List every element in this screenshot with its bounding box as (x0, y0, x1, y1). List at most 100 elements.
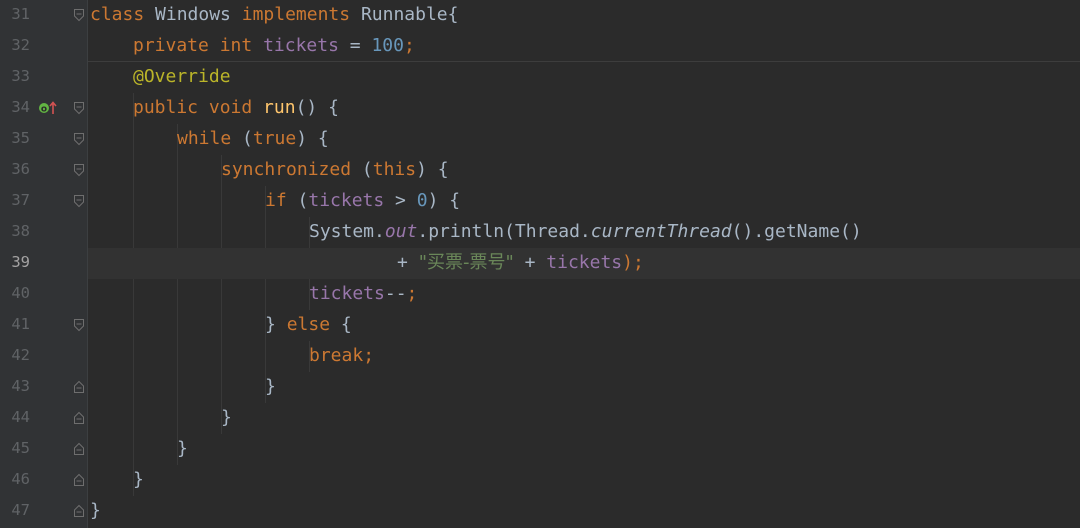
code-line-42[interactable]: 42 break; (0, 341, 1080, 372)
line-number: 33 (11, 67, 30, 85)
method-call: ().getName() (731, 221, 862, 242)
string-literal: "买票-票号" (418, 252, 514, 273)
line-number: 47 (11, 501, 30, 519)
line-number: 39 (11, 253, 30, 271)
number-literal: 0 (416, 190, 428, 211)
code-line-34[interactable]: 34 o public void run() { (0, 93, 1080, 124)
number-literal: 100 (371, 35, 404, 56)
operator: = (338, 35, 372, 56)
keyword: break (309, 345, 364, 366)
operator: -- (384, 283, 407, 304)
semicolon: ; (403, 35, 415, 56)
line-number: 31 (11, 5, 30, 23)
line-number: 36 (11, 160, 30, 178)
keyword: class (90, 4, 145, 25)
fold-open-icon[interactable] (73, 132, 85, 146)
keyword: int (219, 35, 264, 56)
punctuation: ); (622, 252, 644, 273)
line-number: 34 (11, 98, 30, 116)
code-line-32[interactable]: 32 private int tickets = 100; (0, 31, 1080, 62)
punctuation: ) { (427, 190, 461, 211)
code-line-31[interactable]: 31 class Windows implements Runnable{ (0, 0, 1080, 31)
fold-close-icon[interactable] (73, 504, 85, 518)
line-number: 40 (11, 284, 30, 302)
class-name: Windows (144, 4, 242, 25)
punctuation: () { (295, 97, 339, 118)
method-call: .println(Thread. (417, 221, 591, 242)
static-method: currentThread (590, 221, 732, 242)
code-line-40[interactable]: 40 tickets--; (0, 279, 1080, 310)
punctuation: ) { (296, 128, 329, 149)
svg-text:o: o (41, 105, 47, 115)
field-name: tickets (309, 283, 385, 304)
interface-name: Runnable{ (350, 4, 459, 25)
code-line-36[interactable]: 36 synchronized (this) { (0, 155, 1080, 186)
line-number: 32 (11, 36, 30, 54)
keyword: if (265, 190, 298, 211)
code-line-47[interactable]: 47 } (0, 496, 1080, 527)
closing-brace: } (221, 407, 232, 428)
field-name: tickets (546, 252, 623, 273)
code-line-41[interactable]: 41 } else { (0, 310, 1080, 341)
code-line-38[interactable]: 38 System.out.println(Thread.currentThre… (0, 217, 1080, 248)
keyword: synchronized (221, 159, 362, 180)
class-reference: System. (309, 221, 385, 242)
fold-close-icon[interactable] (73, 380, 85, 394)
code-line-39[interactable]: 39 + "买票-票号" + tickets); (0, 248, 1080, 279)
line-number: 43 (11, 377, 30, 395)
closing-brace: } (90, 500, 101, 521)
code-line-35[interactable]: 35 while (true) { (0, 124, 1080, 155)
line-number: 42 (11, 346, 30, 364)
field-name: tickets (308, 190, 385, 211)
semicolon: ; (363, 345, 375, 366)
fold-close-icon[interactable] (73, 411, 85, 425)
field-name: tickets (263, 35, 339, 56)
fold-open-icon[interactable] (73, 318, 85, 332)
keyword: else (286, 314, 331, 335)
line-number: 46 (11, 470, 30, 488)
closing-brace: } (265, 376, 276, 397)
punctuation: } (265, 314, 287, 335)
fold-close-icon[interactable] (73, 442, 85, 456)
keyword: public (133, 97, 209, 118)
code-line-37[interactable]: 37 if (tickets > 0) { (0, 186, 1080, 217)
keyword: void (208, 97, 264, 118)
semicolon: ; (406, 283, 418, 304)
static-field: out (384, 221, 418, 242)
code-line-33[interactable]: 33 @Override (0, 62, 1080, 93)
closing-brace: } (177, 438, 188, 459)
code-line-45[interactable]: 45 } (0, 434, 1080, 465)
operator: > (384, 190, 417, 211)
line-number: 38 (11, 222, 30, 240)
punctuation: ( (297, 190, 309, 211)
fold-open-icon[interactable] (73, 8, 85, 22)
punctuation: { (330, 314, 352, 335)
fold-open-icon[interactable] (73, 101, 85, 115)
keyword: private (133, 35, 220, 56)
override-method-icon[interactable]: o (38, 100, 58, 116)
code-line-46[interactable]: 46 } (0, 465, 1080, 496)
code-editor[interactable]: 31 class Windows implements Runnable{ 32… (0, 0, 1080, 528)
line-number: 45 (11, 439, 30, 457)
line-number: 37 (11, 191, 30, 209)
keyword: true (252, 128, 297, 149)
punctuation: ( (242, 128, 253, 149)
method-name: run (263, 97, 296, 118)
operator: + (397, 252, 419, 273)
punctuation: ) { (416, 159, 449, 180)
operator: + (513, 252, 547, 273)
code-line-44[interactable]: 44 } (0, 403, 1080, 434)
line-number: 35 (11, 129, 30, 147)
keyword: implements (241, 4, 351, 25)
punctuation: ( (361, 159, 373, 180)
fold-open-icon[interactable] (73, 163, 85, 177)
fold-open-icon[interactable] (73, 194, 85, 208)
fold-close-icon[interactable] (73, 473, 85, 487)
code-line-43[interactable]: 43 } (0, 372, 1080, 403)
current-line-highlight: + "买票-票号" + tickets); (88, 248, 1080, 279)
line-number: 44 (11, 408, 30, 426)
annotation: @Override (133, 66, 231, 87)
keyword: this (372, 159, 417, 180)
keyword: while (177, 128, 243, 149)
line-number: 41 (11, 315, 30, 333)
